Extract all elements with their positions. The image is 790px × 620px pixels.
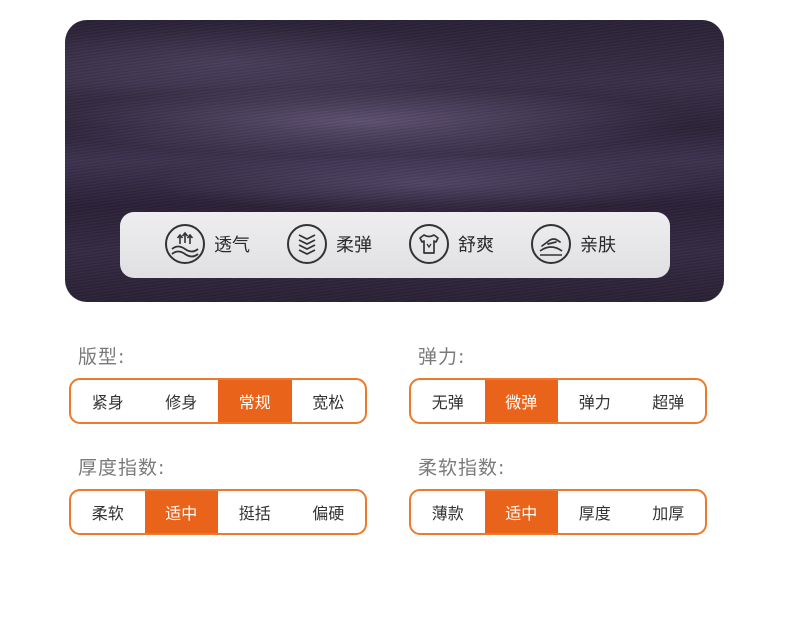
fit-title: 版型: — [78, 346, 126, 368]
breathable-icon — [165, 224, 205, 264]
elasticity-options: 无弹 微弹 弹力 超弹 — [409, 378, 707, 424]
thickness-option[interactable]: 偏硬 — [292, 491, 366, 533]
elasticity-option-selected[interactable]: 微弹 — [484, 380, 558, 422]
softness-options: 薄款 适中 厚度 加厚 — [409, 489, 707, 535]
fit-options: 紧身 修身 常规 宽松 — [69, 378, 367, 424]
softness-option[interactable]: 加厚 — [632, 491, 706, 533]
elasticity-option[interactable]: 超弹 — [632, 380, 706, 422]
tshirt-icon — [409, 224, 449, 264]
feature-label: 透气 — [214, 235, 250, 256]
thickness-option-selected[interactable]: 适中 — [144, 491, 218, 533]
thickness-option[interactable]: 柔软 — [71, 491, 145, 533]
feature-label: 亲肤 — [580, 235, 616, 256]
thickness-options: 柔软 适中 挺括 偏硬 — [69, 489, 367, 535]
feature-label: 柔弹 — [336, 235, 372, 256]
hand-skin-icon — [531, 224, 571, 264]
softness-title: 柔软指数: — [418, 457, 506, 479]
softness-option-selected[interactable]: 适中 — [484, 491, 558, 533]
softness-option[interactable]: 厚度 — [558, 491, 632, 533]
elasticity-option[interactable]: 弹力 — [558, 380, 632, 422]
elasticity-option[interactable]: 无弹 — [411, 380, 485, 422]
elastic-waves-icon — [287, 224, 327, 264]
softness-option[interactable]: 薄款 — [411, 491, 485, 533]
feature-breathable: 透气 — [165, 224, 250, 264]
fit-option[interactable]: 宽松 — [292, 380, 366, 422]
feature-bar: 透气 柔弹 舒爽 亲肤 — [120, 212, 670, 278]
fabric-photo: 透气 柔弹 舒爽 亲肤 — [65, 20, 724, 302]
fit-option-selected[interactable]: 常规 — [218, 380, 292, 422]
thickness-option[interactable]: 挺括 — [218, 491, 292, 533]
thickness-title: 厚度指数: — [78, 457, 166, 479]
fit-option[interactable]: 紧身 — [71, 380, 145, 422]
elasticity-title: 弹力: — [418, 346, 466, 368]
feature-skin: 亲肤 — [531, 224, 616, 264]
feature-elastic: 柔弹 — [287, 224, 372, 264]
fit-option[interactable]: 修身 — [145, 380, 219, 422]
feature-label: 舒爽 — [458, 235, 494, 256]
feature-cool: 舒爽 — [409, 224, 494, 264]
